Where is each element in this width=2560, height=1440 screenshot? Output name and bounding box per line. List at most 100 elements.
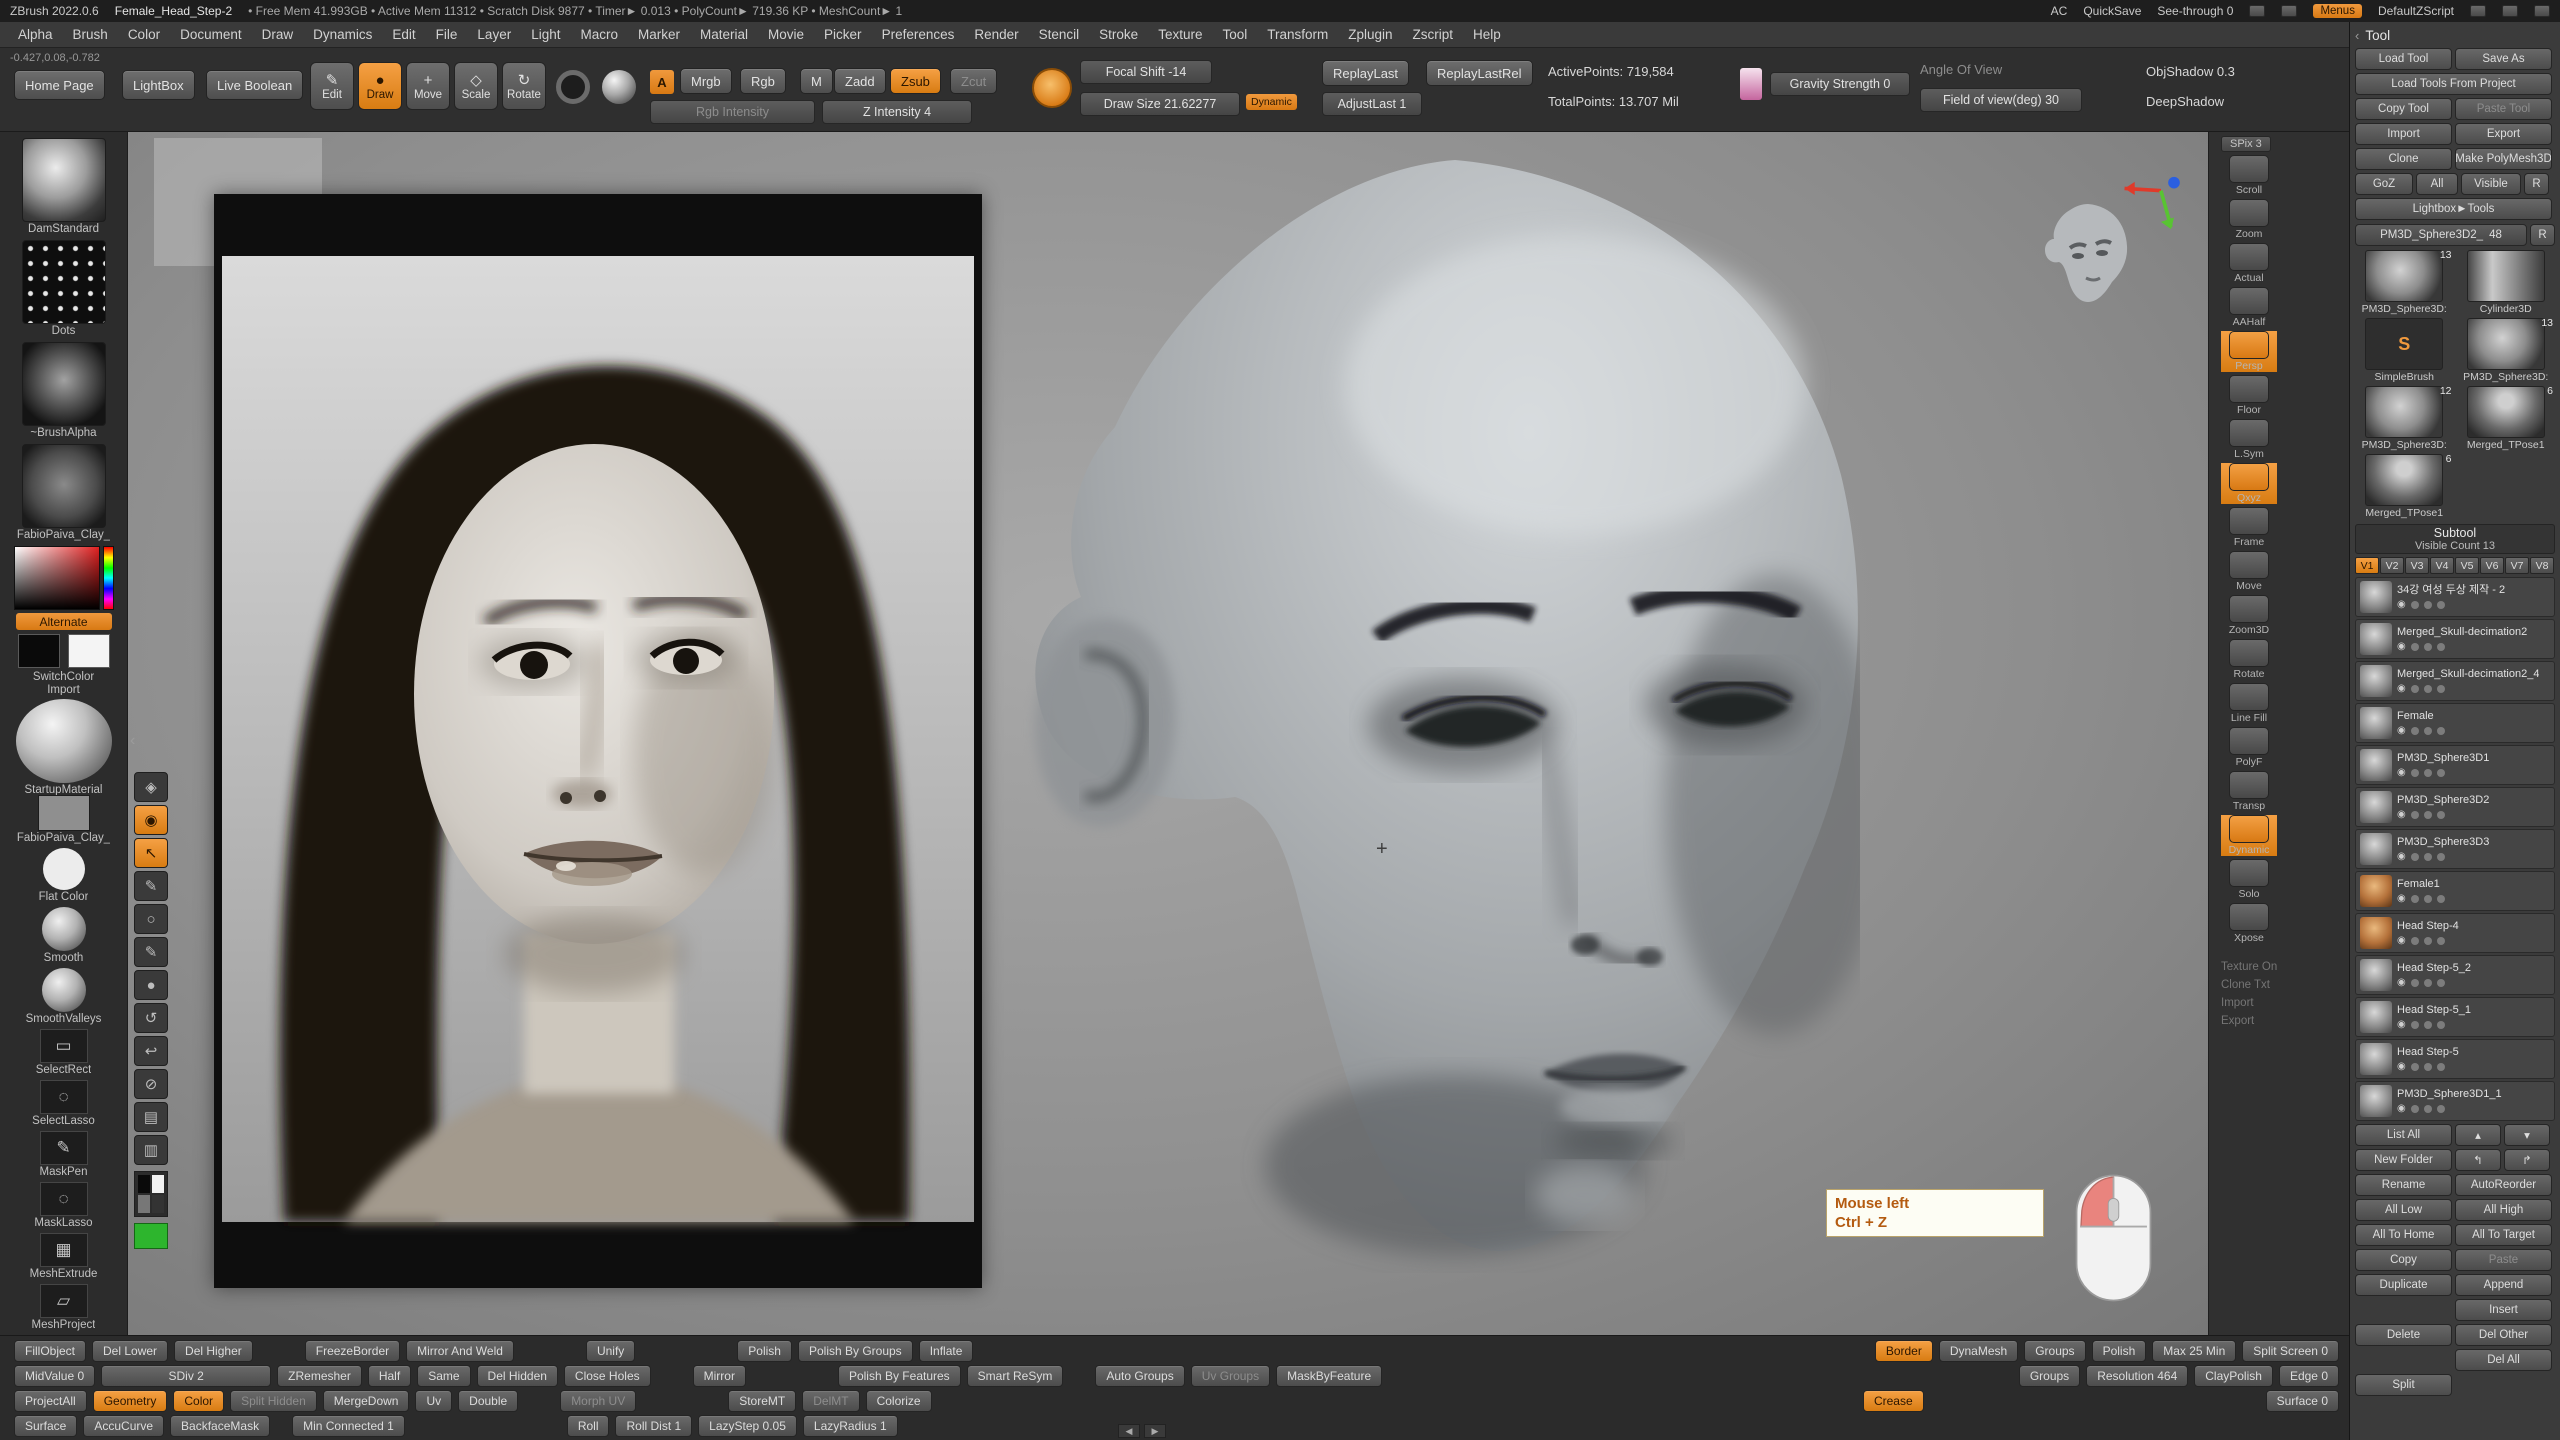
subtool-action-button[interactable]: All Low	[2355, 1199, 2452, 1221]
menu-item[interactable]: File	[426, 24, 468, 45]
subtool-tab[interactable]: V5	[2455, 557, 2479, 574]
secondary-color-swatch[interactable]	[68, 634, 110, 668]
dock-button[interactable]: LazyStep 0.05	[698, 1415, 797, 1437]
menu-item[interactable]: Picker	[814, 24, 872, 45]
tray-item[interactable]: Dots	[17, 240, 110, 338]
shelf-button[interactable]: Line Fill	[2221, 683, 2277, 724]
dock-pager-arrow[interactable]: ◀	[1118, 1424, 1140, 1438]
dock-button[interactable]: DelMT	[802, 1390, 859, 1412]
quicksave-button[interactable]: QuickSave	[2083, 4, 2141, 18]
menu-item[interactable]: Macro	[570, 24, 628, 45]
dock-button[interactable]: Polish By Groups	[798, 1340, 913, 1362]
subtool-action-button[interactable]: All To Home	[2355, 1224, 2452, 1246]
subtool-thumbnail[interactable]	[2360, 1001, 2392, 1033]
dock-button[interactable]: Crease	[1863, 1390, 1924, 1412]
tray-item[interactable]: FabioPaiva_Clay_	[17, 795, 110, 845]
subtool-toggles[interactable]	[2397, 935, 2459, 946]
subtool-toggles[interactable]	[2397, 851, 2489, 862]
dock-button[interactable]: ClayPolish	[2194, 1365, 2273, 1387]
subtool-action-button[interactable]: Insert	[2455, 1299, 2552, 1321]
tray-item[interactable]: SmoothValleys	[17, 968, 110, 1026]
shelf-button[interactable]: Move	[2221, 551, 2277, 592]
subtool-item[interactable]: Head Step-5	[2355, 1039, 2555, 1079]
subtool-toggles[interactable]	[2397, 1103, 2502, 1114]
m-button[interactable]: M	[800, 68, 833, 94]
tool-thumbnail-cell[interactable]: 12 PM3D_Sphere3D:	[2355, 386, 2454, 451]
shelf-button[interactable]: Rotate	[2221, 639, 2277, 680]
tray-item[interactable]: ◌ MaskLasso	[17, 1182, 110, 1230]
current-tool-slider[interactable]: PM3D_Sphere3D2_ 48	[2355, 224, 2527, 246]
subtool-toggle-icon[interactable]	[2424, 1063, 2432, 1071]
tool-thumbnail[interactable]: S	[2365, 318, 2443, 370]
dock-button[interactable]: Uv Groups	[1191, 1365, 1270, 1387]
current-color-icon[interactable]	[556, 70, 590, 104]
gravity-strength-slider[interactable]: Gravity Strength 0	[1770, 72, 1910, 96]
saturation-value-square[interactable]	[14, 546, 100, 610]
dock-button[interactable]: Smart ReSym	[967, 1365, 1064, 1387]
mini-tool-button[interactable]: ↩	[134, 1036, 168, 1066]
menu-item[interactable]: Texture	[1148, 24, 1212, 45]
tray-item[interactable]: ~BrushAlpha	[17, 342, 110, 440]
tool-action-button[interactable]: Lightbox►Tools	[2355, 198, 2552, 220]
home-page-button[interactable]: Home Page	[14, 70, 105, 100]
subtool-thumbnail[interactable]	[2360, 917, 2392, 949]
mini-tool-button[interactable]: ✎	[134, 871, 168, 901]
subtool-action-button[interactable]: Append	[2455, 1274, 2552, 1296]
subtool-thumbnail[interactable]	[2360, 749, 2392, 781]
dock-button[interactable]: Edge 0	[2279, 1365, 2339, 1387]
dock-button[interactable]: Min Connected 1	[292, 1415, 405, 1437]
dock-button[interactable]	[520, 1340, 580, 1362]
shelf-button[interactable]: Actual	[2221, 243, 2277, 284]
tray-thumbnail[interactable]: ◌	[40, 1182, 88, 1216]
dock-button[interactable]: Groups	[2019, 1365, 2080, 1387]
dock-button[interactable]: MaskByFeature	[1276, 1365, 1382, 1387]
reference-photo[interactable]	[214, 194, 982, 1288]
subtool-toggle-icon[interactable]	[2411, 895, 2419, 903]
dock-button[interactable]: BackfaceMask	[170, 1415, 270, 1437]
mode-button[interactable]: ◇ Scale	[454, 62, 498, 110]
main-color-swatch[interactable]	[18, 634, 60, 668]
tray-thumbnail[interactable]: ▱	[40, 1284, 88, 1318]
shelf-button[interactable]: Persp	[2221, 331, 2277, 372]
tool-action-button[interactable]: Import	[2355, 123, 2452, 145]
dock-button[interactable]: Surface	[14, 1415, 77, 1437]
see-through-slider[interactable]: See-through 0	[2157, 4, 2233, 18]
dock-button[interactable]: Polish By Features	[838, 1365, 961, 1387]
window-icon[interactable]	[2249, 5, 2265, 17]
switch-color-swatches[interactable]	[18, 634, 110, 668]
dock-button[interactable]: Close Holes	[564, 1365, 651, 1387]
dock-button[interactable]: Border	[1875, 1340, 1933, 1362]
subtool-eye-icon[interactable]	[2397, 725, 2406, 736]
subtool-eye-icon[interactable]	[2397, 767, 2406, 778]
adjust-last-slider[interactable]: AdjustLast 1	[1322, 92, 1422, 116]
subtool-toggle-icon[interactable]	[2437, 979, 2445, 987]
subtool-thumbnail[interactable]	[2360, 1085, 2392, 1117]
subtool-toggle-icon[interactable]	[2437, 937, 2445, 945]
subtool-item[interactable]: PM3D_Sphere3D2	[2355, 787, 2555, 827]
tray-thumbnail[interactable]	[38, 795, 90, 831]
dock-button[interactable]	[641, 1340, 731, 1362]
dock-button[interactable]: Inflate	[919, 1340, 974, 1362]
dock-button[interactable]: SDiv 2	[101, 1365, 271, 1387]
tool-action-button[interactable]: Copy Tool	[2355, 98, 2452, 120]
subtool-toggle-icon[interactable]	[2411, 853, 2419, 861]
subtool-thumbnail[interactable]	[2360, 623, 2392, 655]
replay-last-rel-button[interactable]: ReplayLastRel	[1426, 60, 1533, 86]
tool-action-button[interactable]: Paste Tool	[2455, 98, 2552, 120]
dock-button[interactable]: Mirror And Weld	[406, 1340, 514, 1362]
subtool-toggle-icon[interactable]	[2437, 895, 2445, 903]
tray-thumbnail[interactable]	[22, 240, 106, 324]
dock-button[interactable]: Roll Dist 1	[615, 1415, 692, 1437]
dock-button[interactable]: Uv	[415, 1390, 452, 1412]
menu-item[interactable]: Stroke	[1089, 24, 1148, 45]
subtool-toggles[interactable]	[2397, 893, 2445, 904]
dock-button[interactable]: Del Hidden	[477, 1365, 558, 1387]
menu-item[interactable]: Stencil	[1029, 24, 1090, 45]
subtool-item[interactable]: Merged_Skull-decimation2_4	[2355, 661, 2555, 701]
subtool-eye-icon[interactable]	[2397, 599, 2406, 610]
subtool-toggle-icon[interactable]	[2437, 1021, 2445, 1029]
dock-button[interactable]	[1069, 1365, 1089, 1387]
subtool-toggle-icon[interactable]	[2424, 937, 2432, 945]
menu-item[interactable]: Layer	[467, 24, 521, 45]
subtool-toggle-icon[interactable]	[2411, 937, 2419, 945]
